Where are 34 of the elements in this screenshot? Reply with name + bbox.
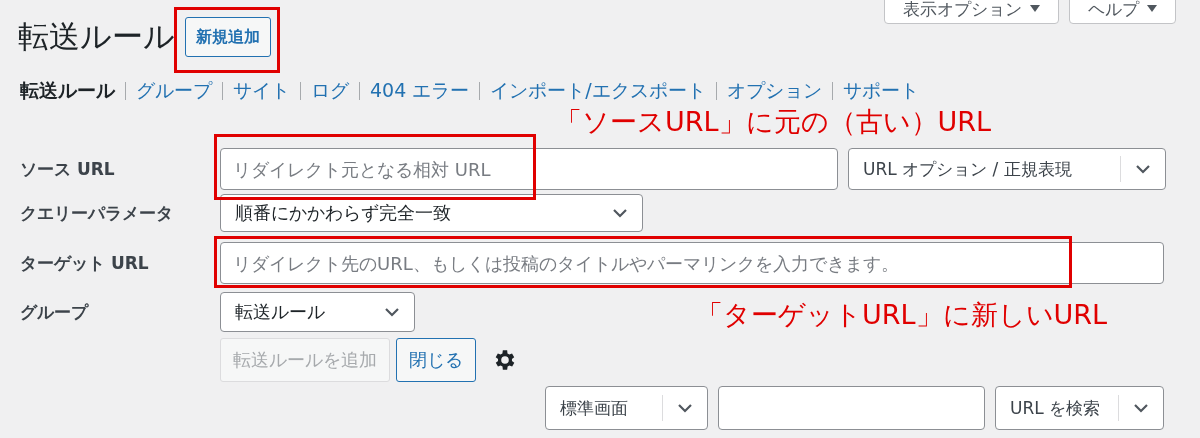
chevron-icon <box>1135 164 1151 174</box>
url-options-select[interactable]: URL オプション / 正規表現 <box>848 148 1166 190</box>
search-field[interactable] <box>718 386 985 430</box>
group-select[interactable]: 転送ルール <box>220 292 415 332</box>
subnav-link[interactable]: サイト <box>233 78 290 104</box>
query-select[interactable]: 順番にかかわらず完全一致 <box>220 194 643 232</box>
form-button[interactable]: 閉じる <box>396 338 476 382</box>
field-label: グループ <box>19 300 90 324</box>
field-label: ソース URL <box>19 157 116 181</box>
dropdown-button[interactable]: ヘルプ <box>1069 0 1176 24</box>
chevron-icon <box>1133 403 1149 413</box>
caret-icon <box>1147 5 1157 13</box>
source-url-field[interactable]: リダイレクト元となる相対 URL <box>220 148 838 190</box>
subnav-link[interactable]: サポート <box>842 78 919 104</box>
chevron-icon <box>612 208 628 218</box>
subnav-link[interactable]: 転送ルール <box>20 78 115 104</box>
subnav-link[interactable]: オプション <box>726 78 822 104</box>
subnav-link[interactable]: グループ <box>136 78 212 104</box>
subnav-link[interactable]: ログ <box>311 78 349 104</box>
field-label: クエリーパラメータ <box>19 201 174 225</box>
target-url-field[interactable]: リダイレクト先のURL、もしくは投稿のタイトルやパーマリンクを入力できます。 <box>220 242 1164 284</box>
search-select[interactable]: URL を検索 <box>995 386 1164 430</box>
view-select[interactable]: 標準画面 <box>545 386 708 430</box>
dropdown-button[interactable]: 表示オプション <box>884 0 1059 24</box>
subnav-link[interactable]: 404 エラー <box>370 78 470 104</box>
annotation-text: 「ターゲットURL」に新しいURL <box>696 298 1108 332</box>
add-new-button[interactable]: 新規追加 <box>185 17 271 57</box>
annotation-text: 「ソースURL」に元の（古い）URL <box>555 105 992 139</box>
page-title: 転送ルール <box>18 17 175 56</box>
caret-icon <box>1030 5 1040 13</box>
subnav-link[interactable]: インポート/エクスポート <box>490 78 706 104</box>
chevron-icon <box>384 307 400 317</box>
field-label: ターゲット URL <box>19 251 150 275</box>
chevron-icon <box>677 403 693 413</box>
